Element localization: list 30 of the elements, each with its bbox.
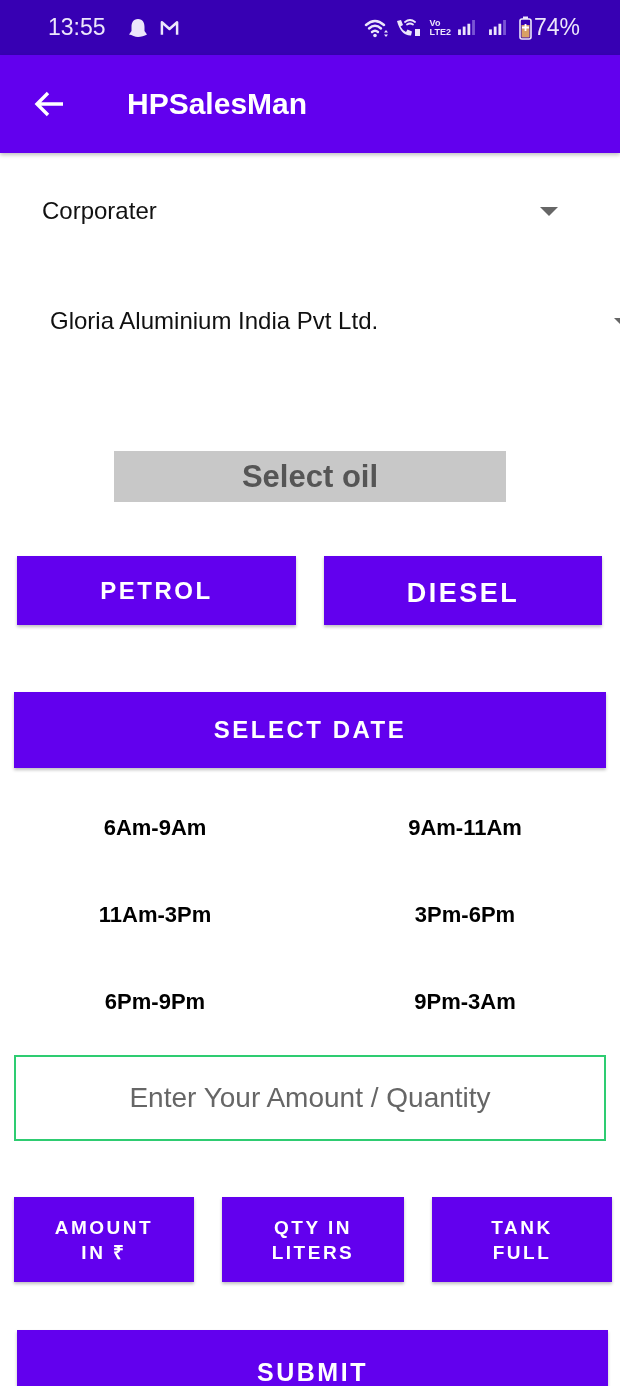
unit-button[interactable]: QTY IN LITERS [222,1197,404,1282]
time-slot-option[interactable]: 6Pm-9Pm [104,987,206,1016]
time-slot-option[interactable]: 9Pm-3Am [414,987,516,1016]
time-slot-option[interactable]: 9Am-11Am [408,813,522,842]
bell-icon [127,17,148,38]
fuel-button[interactable]: DIESEL [324,556,602,625]
mail-icon [159,19,179,36]
volte-label: Vo LTE2 [429,18,451,37]
time-slot-option[interactable]: 11Am-3Pm [98,900,212,929]
signal-icon [456,20,476,35]
dropdown[interactable]: Gloria Aluminium India Pvt Ltd. [50,303,620,339]
battery-percent: 74% [533,14,580,41]
back-arrow-icon[interactable] [34,91,64,117]
signal-icon [487,20,507,35]
wifi-icon [363,17,390,38]
select-oil-label: Select oil [114,451,506,502]
dropdown[interactable]: Corporater [42,193,558,229]
battery-charging-icon [518,15,532,40]
app-title: HPSalesMan [127,87,308,121]
unit-button[interactable]: TANK FULL [432,1197,612,1282]
time-slot-option[interactable]: 6Am-9Am [103,813,207,842]
time-slot-option[interactable]: 3Pm-6Pm [414,900,516,929]
dropdown-caret-icon [540,206,558,216]
amount-input-field[interactable]: Enter Your Amount / Quantity [14,1055,606,1141]
submit-button[interactable]: SUBMIT [17,1330,608,1386]
select-date-button[interactable]: SELECT DATE [14,692,606,768]
status-time: 13:55 [48,14,106,41]
dropdown-caret-icon [614,318,620,326]
unit-button[interactable]: AMOUNT IN ₹ [14,1197,194,1282]
fuel-button[interactable]: PETROL [17,556,296,625]
